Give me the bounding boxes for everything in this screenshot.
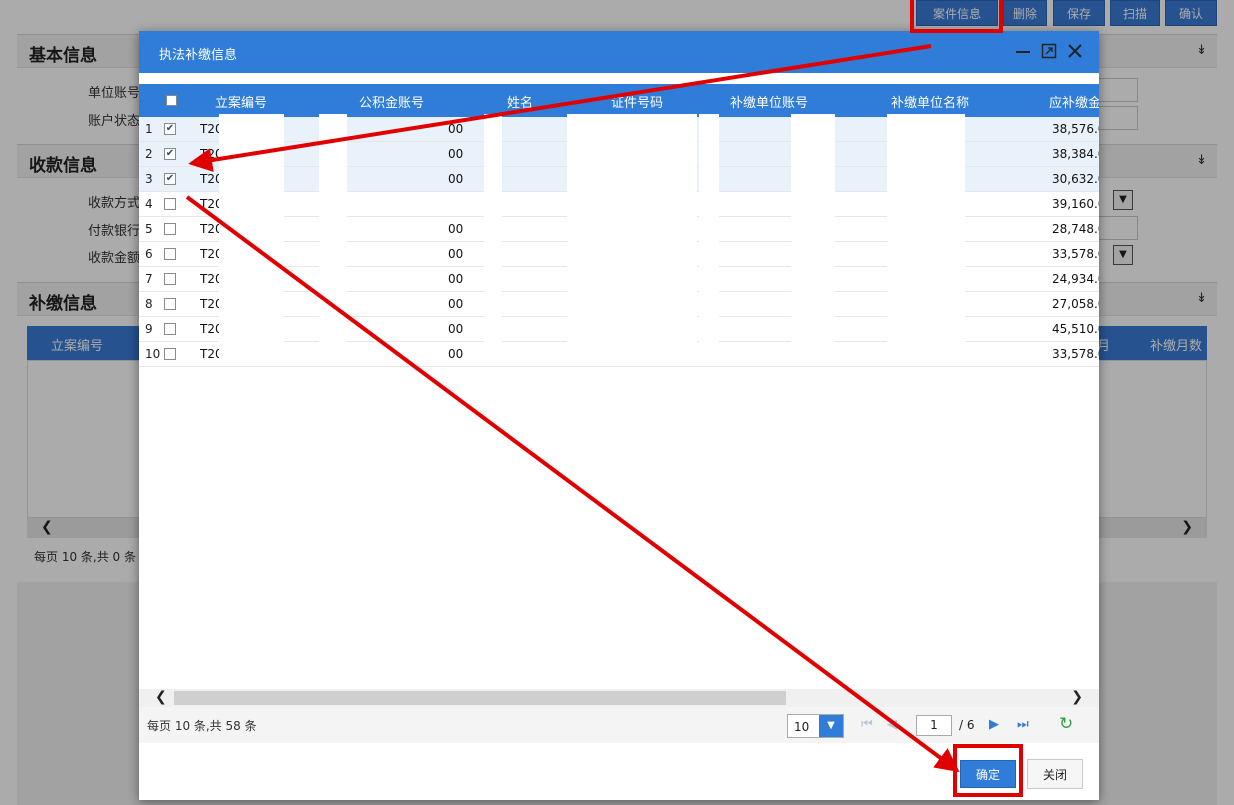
- annotation-arrow-to-checkboxes: [188, 44, 932, 172]
- annotation-arrow-to-ok: [185, 195, 960, 773]
- annotation-arrows: [185, 44, 960, 773]
